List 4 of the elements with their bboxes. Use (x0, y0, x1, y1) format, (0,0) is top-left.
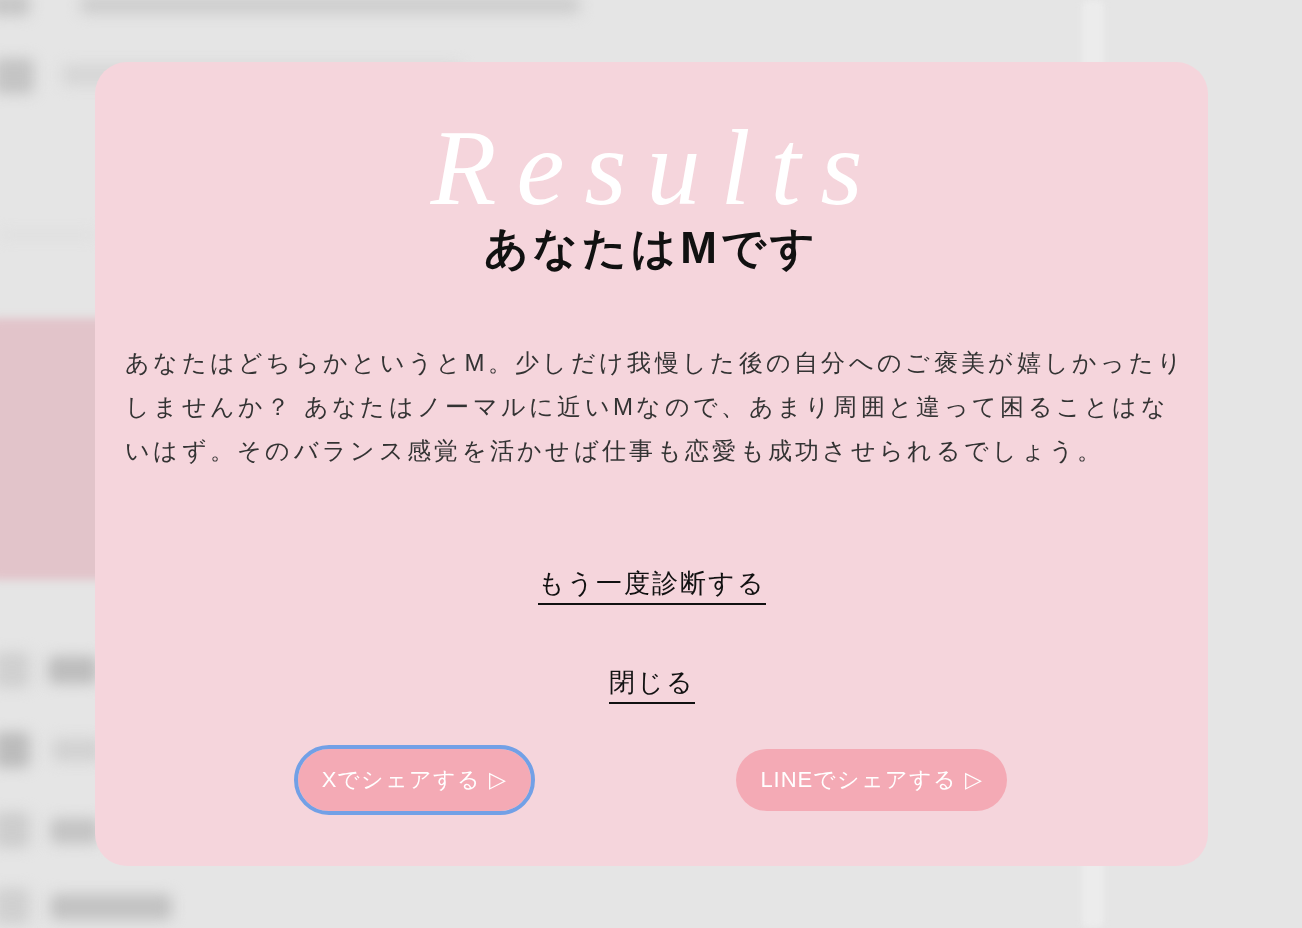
result-title: あなたはMです (484, 222, 819, 274)
result-description: あなたはどちらかというとM。少しだけ我慢した後の自分へのご褒美が嬉しかったりしませんか？ あなたはノーマルに近いMなので、あまり周囲と違って困ることはないはず。そのバランス感覚を活かせば仕事も恋愛も成功させられるでしょう。 (125, 348, 1187, 466)
text-link[interactable]: もう一度診断する (537, 565, 766, 605)
text-link[interactable]: 閉じる (608, 664, 695, 704)
